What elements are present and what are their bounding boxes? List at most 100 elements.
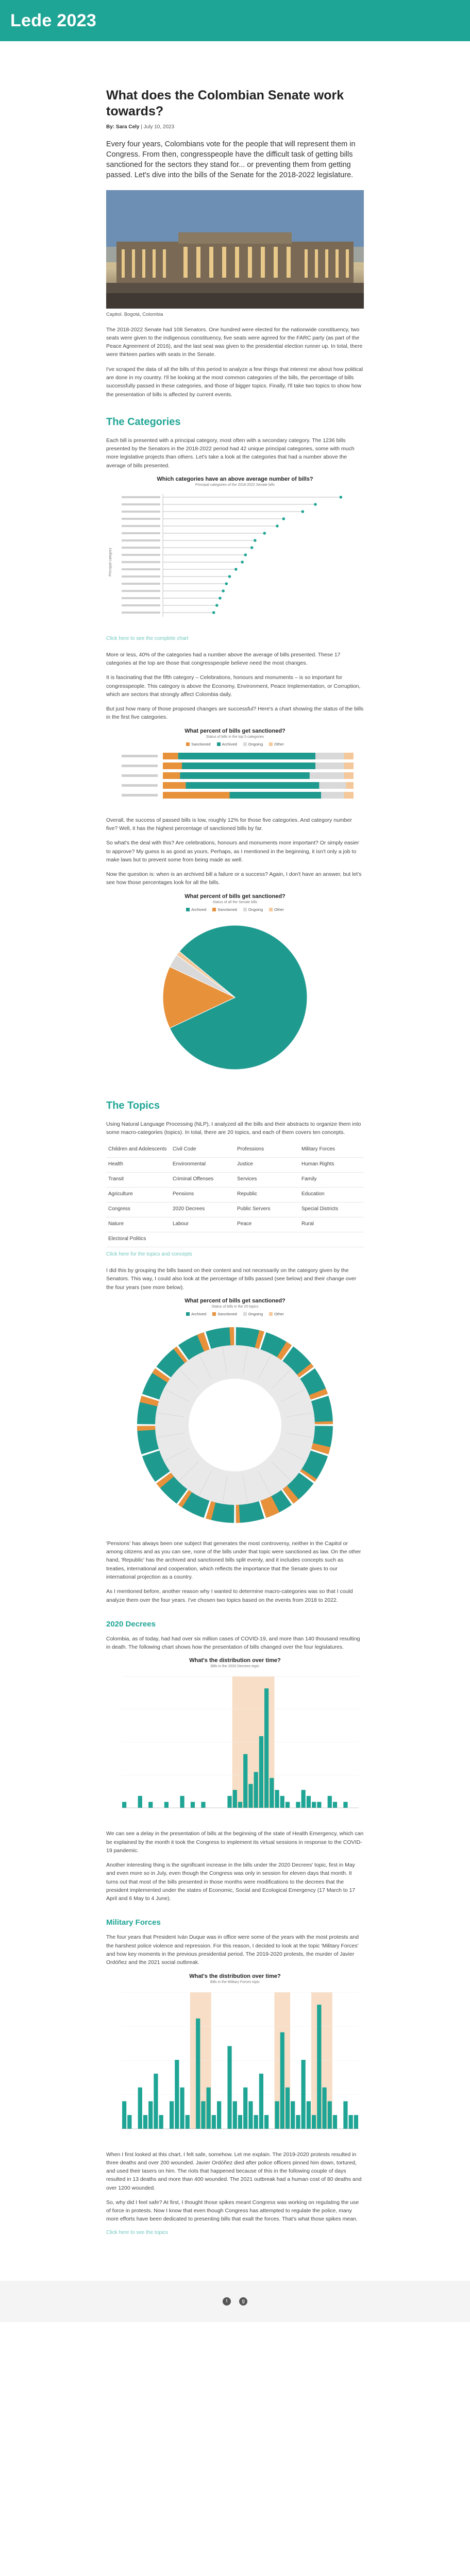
byline: By: Sara Cely | July 10, 2023 bbox=[106, 124, 364, 130]
site-footer: t g bbox=[0, 2280, 470, 2322]
topics-concepts-link[interactable]: Click here for the topics and concepts bbox=[106, 1251, 364, 1257]
time-bar bbox=[206, 2087, 211, 2129]
time-bar bbox=[201, 2100, 206, 2129]
topic-cell: Special Districts bbox=[299, 1202, 364, 1218]
lollipop-dot bbox=[250, 546, 254, 549]
end-topics-link[interactable]: Click here to see the topics bbox=[106, 2230, 364, 2235]
category-label-placeholder bbox=[122, 532, 160, 534]
lollipop-chart: Principal category bbox=[109, 494, 343, 617]
stacked-segment bbox=[163, 772, 180, 779]
topic-cell: Military Forces bbox=[299, 1143, 364, 1158]
chart-subtitle: Status of bills in the 20 topics bbox=[211, 1304, 259, 1309]
pie-chart bbox=[162, 925, 308, 1070]
full-chart-link[interactable]: Click here to see the complete chart bbox=[106, 636, 364, 641]
stacked-segment bbox=[163, 791, 230, 799]
categories-paragraph: But just how many of those proposed chan… bbox=[106, 706, 364, 721]
chart-legend: Archived Sanctioned Ongoing Other bbox=[106, 1312, 364, 1316]
topic-cell: Environmental bbox=[171, 1157, 235, 1173]
twitter-icon[interactable]: t bbox=[223, 2297, 231, 2306]
hero-caption: Capitol. Bogotá, Colombia bbox=[106, 311, 163, 317]
topic-cell: Electoral Politics bbox=[106, 1232, 171, 1248]
time-bar bbox=[217, 2100, 222, 2129]
decrees-paragraph: Colombia, as of today, had had over six … bbox=[106, 1635, 360, 1651]
site-title[interactable]: Lede 2023 bbox=[10, 11, 96, 31]
topic-cell: Peace bbox=[235, 1217, 299, 1233]
time-bar bbox=[143, 2114, 148, 2129]
time-bar bbox=[227, 2045, 232, 2129]
time-bar bbox=[248, 1784, 253, 1808]
chart-title: Which categories have an above average n… bbox=[157, 476, 313, 482]
lollipop-dot bbox=[228, 575, 231, 578]
time-bar bbox=[312, 1802, 316, 1808]
time-bar bbox=[322, 2087, 327, 2129]
time-bar bbox=[232, 1790, 237, 1808]
lollipop-dot bbox=[314, 503, 317, 506]
decrees-bar-chart bbox=[122, 1676, 359, 1808]
lollipop-dot bbox=[212, 611, 215, 614]
category-label-placeholder bbox=[122, 510, 160, 513]
time-bar bbox=[301, 2059, 306, 2129]
time-bar bbox=[243, 1754, 248, 1808]
chart-subtitle: Bills in the Military Forces topic bbox=[210, 1980, 260, 1984]
time-bar bbox=[270, 1778, 274, 1808]
chart-title: What's the distribution over time? bbox=[189, 1973, 281, 1979]
topic-cell: Criminal Offenses bbox=[171, 1172, 235, 1188]
github-icon[interactable]: g bbox=[239, 2297, 247, 2306]
decrees-paragraph: We can see a delay in the presentation o… bbox=[106, 1831, 364, 1854]
category-label-placeholder bbox=[122, 575, 160, 578]
topic-cell: Justice bbox=[235, 1157, 299, 1173]
legend-item: Archived bbox=[186, 1312, 206, 1316]
byline-prefix: By: bbox=[106, 124, 115, 130]
topic-cell bbox=[299, 1232, 364, 1248]
legend-item: Sanctioned bbox=[186, 742, 211, 747]
legend-item: Sanctioned bbox=[212, 907, 237, 912]
topic-cell bbox=[171, 1232, 235, 1248]
topic-cell: Services bbox=[235, 1172, 299, 1188]
topics-table: Children and Adolescents Civil Code Profes… bbox=[106, 1143, 364, 1248]
time-bar bbox=[190, 1802, 195, 1808]
chart-subtitle: Status of all the Senate bills bbox=[212, 900, 258, 904]
category-label-placeholder bbox=[122, 561, 160, 563]
legend-item: Ongoing bbox=[243, 907, 263, 912]
time-bar bbox=[332, 1802, 338, 1808]
chart-title: What percent of bills get sanctioned? bbox=[184, 1297, 286, 1304]
author-name: Sara Cely bbox=[115, 124, 140, 130]
time-bar bbox=[138, 1796, 142, 1808]
categories-paragraph: Now the question is: when is an archived… bbox=[106, 871, 362, 886]
topic-cell: Pensions bbox=[171, 1187, 235, 1203]
topic-cell: Civil Code bbox=[171, 1143, 235, 1158]
time-bar bbox=[138, 2087, 142, 2129]
time-bar bbox=[348, 2114, 353, 2129]
topic-cell bbox=[235, 1232, 299, 1248]
topic-cell: Labour bbox=[171, 1217, 235, 1233]
time-bar bbox=[285, 1802, 290, 1808]
category-label-placeholder bbox=[122, 754, 158, 757]
time-bar bbox=[306, 2100, 311, 2129]
time-bar bbox=[301, 1790, 306, 1808]
military-paragraph: When I first looked at this chart, I fel… bbox=[106, 2151, 362, 2191]
time-bar bbox=[175, 2059, 179, 2129]
time-bar bbox=[122, 1802, 127, 1808]
time-bar bbox=[243, 2087, 248, 2129]
time-bar bbox=[327, 1796, 332, 1808]
topics-paragraph: Using Natural Language Processing (NLP),… bbox=[106, 1121, 361, 1136]
military-paragraph: So, why did I feel safe? At first, I tho… bbox=[106, 2199, 359, 2223]
categories-paragraph: More or less, 40% of the categories had … bbox=[106, 651, 341, 667]
lollipop-dot bbox=[301, 510, 305, 513]
lead-paragraph: Every four years, Colombians vote for th… bbox=[106, 140, 356, 180]
stacked-segment bbox=[321, 791, 344, 799]
time-bar bbox=[196, 2018, 200, 2129]
hero-image-capitol bbox=[106, 190, 364, 309]
stacked-segment bbox=[178, 752, 315, 759]
time-bar bbox=[343, 1802, 348, 1808]
decrees-paragraph: Another interesting thing is the signifi… bbox=[106, 1862, 356, 1902]
time-bar bbox=[127, 2114, 132, 2129]
category-label-placeholder bbox=[122, 524, 160, 527]
time-bar bbox=[264, 2114, 269, 2129]
time-bar bbox=[248, 2100, 253, 2129]
topic-cell: Family bbox=[299, 1172, 364, 1188]
lollipop-dot bbox=[244, 553, 247, 556]
time-bar bbox=[201, 1802, 206, 1808]
lollipop-dot bbox=[225, 582, 228, 585]
donut-hole bbox=[189, 1378, 281, 1471]
